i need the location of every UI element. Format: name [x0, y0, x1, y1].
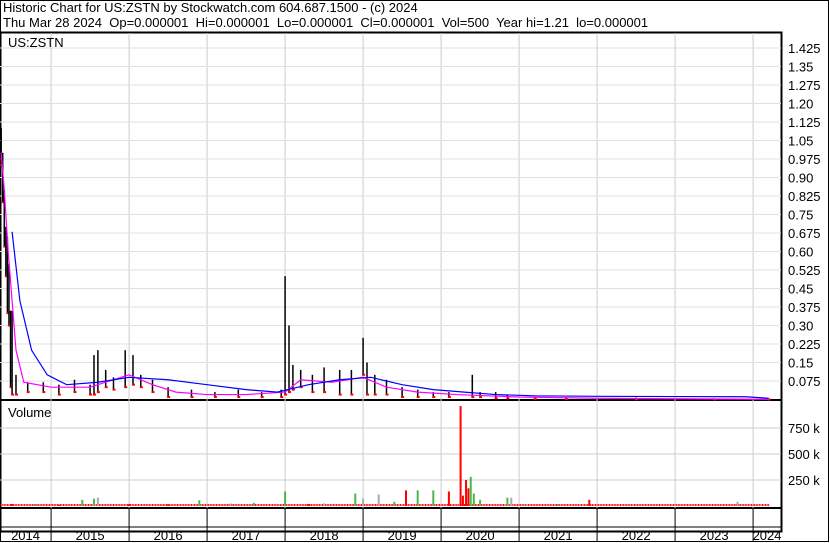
- close-mark: [131, 383, 135, 386]
- close-mark: [73, 391, 77, 394]
- close-mark: [385, 393, 389, 396]
- close-mark: [533, 398, 537, 401]
- y-tick-label: 0.225: [788, 337, 821, 352]
- close-mark: [96, 391, 100, 394]
- close-mark: [494, 397, 498, 400]
- close-mark: [506, 397, 510, 400]
- y-tick-label: 0.15: [788, 356, 813, 371]
- close-mark: [167, 396, 171, 399]
- x-tick-label: 2015: [76, 528, 105, 543]
- close-mark: [139, 386, 143, 389]
- close-mark: [14, 393, 18, 396]
- close-mark: [42, 391, 46, 394]
- close-mark: [92, 393, 96, 396]
- plot-frame: [0, 31, 783, 533]
- x-tick-label: 2021: [544, 528, 573, 543]
- x-tick-label: 2023: [700, 528, 729, 543]
- close-mark: [11, 393, 15, 396]
- close-mark: [338, 393, 342, 396]
- close-mark: [151, 391, 155, 394]
- chart-svg: 2014 2015 2016 2017 2018 2019 2020 2021 2022 2023…: [0, 0, 829, 543]
- close-mark: [416, 396, 420, 399]
- close-mark: [447, 396, 451, 399]
- y-tick-label: 1.20: [788, 97, 813, 112]
- close-mark: [237, 396, 241, 399]
- close-mark: [471, 396, 475, 399]
- close-mark: [280, 396, 284, 399]
- outer-frame: [0, 0, 829, 542]
- close-mark: [284, 393, 288, 396]
- close-mark: [479, 396, 483, 399]
- y-tick-label: 0.675: [788, 226, 821, 241]
- y-tick-label: 1.275: [788, 78, 821, 93]
- x-tick-label: 2022: [622, 528, 651, 543]
- y-tick-label: 1.425: [788, 41, 821, 56]
- close-mark: [350, 393, 354, 396]
- y-tick-label: 0.90: [788, 171, 813, 186]
- volume-tick-label: 250 k: [788, 473, 820, 488]
- close-mark: [112, 388, 116, 391]
- y-tick-label: 0.375: [788, 300, 821, 315]
- x-tick-label: 2017: [232, 528, 261, 543]
- close-mark: [362, 373, 366, 376]
- y-tick-label: 1.05: [788, 134, 813, 149]
- y-tick-label: 0.975: [788, 152, 821, 167]
- y-tick-label: 0.45: [788, 282, 813, 297]
- y-tick-label: 0.825: [788, 189, 821, 204]
- x-tick-label: 2020: [466, 528, 495, 543]
- y-tick-label: 0.525: [788, 263, 821, 278]
- y-tick-label: 1.35: [788, 60, 813, 75]
- volume-label: Volume: [8, 405, 51, 420]
- close-mark: [323, 391, 327, 394]
- volume-tick-label: 500 k: [788, 447, 820, 462]
- close-mark: [432, 396, 436, 399]
- volume-tick-label: 750 k: [788, 421, 820, 436]
- close-mark: [124, 386, 128, 389]
- y-tick-label: 0.30: [788, 319, 813, 334]
- close-mark: [190, 396, 194, 399]
- close-mark: [373, 393, 377, 396]
- close-mark: [287, 391, 291, 394]
- y-tick-label: 1.125: [788, 115, 821, 130]
- x-tick-label: 2024: [753, 528, 782, 543]
- chart-symbol-label: US:ZSTN: [8, 35, 64, 50]
- y-tick-label: 0.60: [788, 245, 813, 260]
- chart-window: Historic Chart for US:ZSTN by Stockwatch…: [0, 0, 830, 543]
- close-mark: [213, 396, 217, 399]
- close-mark: [260, 396, 264, 399]
- x-tick-label: 2016: [154, 528, 183, 543]
- x-tick-label: 2019: [388, 528, 417, 543]
- close-mark: [57, 393, 61, 396]
- close-mark: [26, 391, 30, 394]
- y-tick-label: 0.75: [788, 208, 813, 223]
- close-mark: [104, 386, 108, 389]
- close-mark: [401, 396, 405, 399]
- y-tick-label: 0.075: [788, 374, 821, 389]
- close-mark: [365, 393, 369, 396]
- x-tick-label: 2018: [310, 528, 339, 543]
- x-tick-label: 2014: [11, 528, 40, 543]
- close-mark: [89, 393, 93, 396]
- close-mark: [311, 391, 315, 394]
